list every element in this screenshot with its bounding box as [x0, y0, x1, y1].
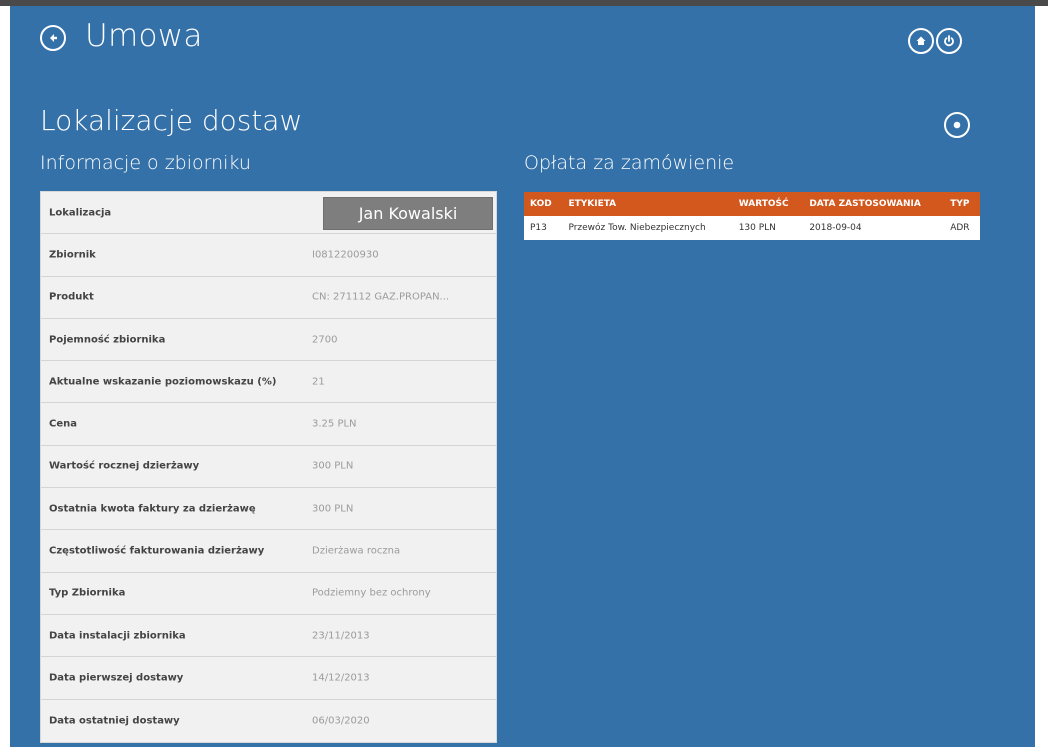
cell-code: P13: [524, 216, 563, 240]
cell-date: 2018-09-04: [803, 216, 945, 240]
cell-label: Przewóz Tow. Niebezpiecznych: [562, 216, 733, 240]
section-action-button[interactable]: [944, 112, 970, 138]
home-icon: [916, 36, 926, 45]
table-row[interactable]: P13 Przewóz Tow. Niebezpiecznych 130 PLN…: [524, 216, 980, 240]
info-value: 3.25 PLN: [312, 418, 357, 430]
info-row: Zbiornik I0812200930: [41, 234, 496, 277]
info-row: Ostatnia kwota faktury za dzierżawę 300 …: [41, 488, 496, 531]
info-row: Cena 3.25 PLN: [41, 403, 496, 446]
order-fee-heading: Opłata za zamówienie: [524, 152, 735, 174]
info-value: 23/11/2013: [312, 630, 370, 642]
info-row: Pojemność zbiornika 2700: [41, 319, 496, 362]
info-value: I0812200930: [312, 249, 379, 261]
location-select-button[interactable]: Jan Kowalski: [323, 197, 493, 230]
info-value: CN: 271112 GAZ.PROPAN...: [312, 291, 450, 303]
column-header-value[interactable]: WARTOŚĆ: [732, 192, 804, 216]
app-frame: Umowa Lokalizacje dostaw Informacje o zb…: [10, 6, 1035, 747]
info-label: Typ Zbiornika: [49, 587, 126, 599]
tank-info-heading: Informacje o zbiorniku: [40, 152, 251, 174]
info-row: Produkt CN: 271112 GAZ.PROPAN...: [41, 277, 496, 319]
info-label: Aktualne wskazanie poziomowskazu (%): [49, 376, 277, 388]
info-label: Częstotliwość fakturowania dzierżawy: [49, 545, 265, 557]
info-value: 300 PLN: [312, 460, 354, 472]
cell-type: ADR: [944, 216, 980, 240]
back-button[interactable]: [40, 25, 66, 51]
column-header-type[interactable]: TYP: [944, 192, 980, 216]
info-row: Aktualne wskazanie poziomowskazu (%) 21: [41, 361, 496, 404]
table-header-row: KOD ETYKIETA WARTOŚĆ DATA ZASTOSOWANIA T…: [524, 192, 980, 216]
info-value: 300 PLN: [312, 503, 354, 515]
order-fee-table: KOD ETYKIETA WARTOŚĆ DATA ZASTOSOWANIA T…: [524, 192, 980, 240]
tank-info-panel: Lokalizacja Jan Kowalski Zbiornik I08122…: [40, 191, 497, 743]
info-label: Cena: [49, 418, 77, 430]
info-value: 21: [312, 376, 325, 388]
info-row-location: Lokalizacja Jan Kowalski: [41, 192, 496, 235]
info-label: Lokalizacja: [49, 207, 112, 219]
back-arrow-icon: [50, 34, 57, 42]
info-label: Produkt: [49, 291, 94, 303]
page-title: Umowa: [85, 18, 203, 54]
info-label: Data pierwszej dostawy: [49, 672, 184, 684]
power-icon: [944, 35, 954, 47]
info-value: 14/12/2013: [312, 672, 370, 684]
info-label: Data ostatniej dostawy: [49, 715, 180, 727]
info-value: 06/03/2020: [312, 715, 370, 727]
section-title: Lokalizacje dostaw: [40, 104, 303, 137]
info-label: Ostatnia kwota faktury za dzierżawę: [49, 503, 256, 515]
info-row: Częstotliwość fakturowania dzierżawy Dzi…: [41, 530, 496, 573]
info-row: Data pierwszej dostawy 14/12/2013: [41, 657, 496, 700]
cell-value: 130 PLN: [732, 216, 804, 240]
record-icon: [953, 121, 961, 129]
info-label: Zbiornik: [49, 249, 96, 261]
info-value: 2700: [312, 334, 338, 346]
info-label: Pojemność zbiornika: [49, 334, 166, 346]
info-row: Typ Zbiornika Podziemny bez ochrony: [41, 573, 496, 615]
column-header-label[interactable]: ETYKIETA: [562, 192, 733, 216]
column-header-date[interactable]: DATA ZASTOSOWANIA: [803, 192, 945, 216]
power-button[interactable]: [936, 28, 962, 54]
info-value: Podziemny bez ochrony: [312, 587, 431, 599]
home-button[interactable]: [908, 28, 934, 54]
info-row: Data instalacji zbiornika 23/11/2013: [41, 615, 496, 658]
info-row: Wartość rocznej dzierżawy 300 PLN: [41, 446, 496, 489]
info-label: Wartość rocznej dzierżawy: [49, 460, 200, 472]
info-value: Dzierżawa roczna: [312, 545, 401, 557]
info-label: Data instalacji zbiornika: [49, 630, 186, 642]
column-header-code[interactable]: KOD: [524, 192, 563, 216]
info-row: Data ostatniej dostawy 06/03/2020: [41, 700, 496, 742]
